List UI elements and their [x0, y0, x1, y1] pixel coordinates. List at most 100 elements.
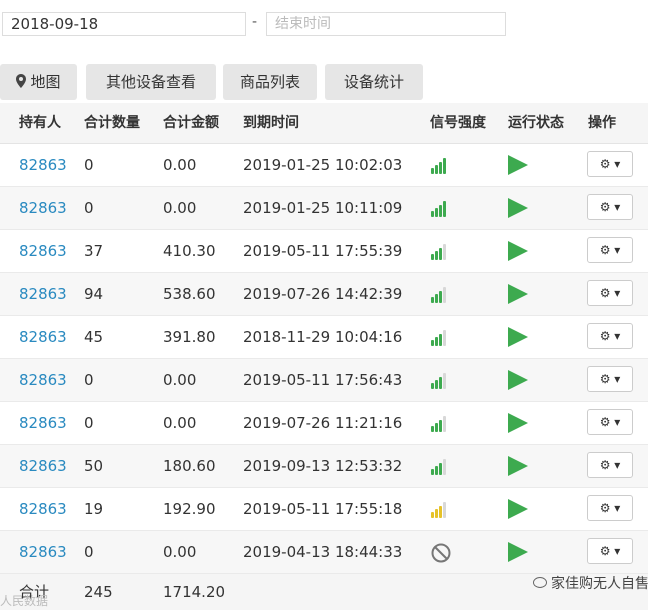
col-qty: 合计数量	[84, 115, 140, 131]
qty-cell: 45	[84, 328, 104, 346]
actions-dropdown-button[interactable]: ⚙ ▾	[587, 280, 633, 306]
qty-cell: 94	[84, 285, 104, 303]
amount-cell: 0.00	[163, 543, 197, 561]
qty-cell: 19	[84, 500, 104, 518]
col-holder: 持有人	[19, 115, 61, 131]
holder-link[interactable]: 82863	[19, 531, 67, 573]
qty-cell: 37	[84, 242, 104, 260]
table-header: 持有人 合计数量 合计金额 到期时间 信号强度 运行状态 操作	[0, 103, 648, 144]
gear-icon: ⚙	[599, 329, 611, 343]
actions-dropdown-button[interactable]: ⚙ ▾	[587, 151, 633, 177]
holder-link[interactable]: 82863	[19, 359, 67, 401]
expiry-cell: 2019-05-11 17:55:39	[243, 242, 403, 260]
play-icon[interactable]	[508, 284, 528, 304]
map-marker-icon	[16, 65, 27, 101]
play-icon[interactable]	[508, 499, 528, 519]
actions-dropdown-button[interactable]: ⚙ ▾	[587, 194, 633, 220]
table-row: 82863 50 180.60 2019-09-13 12:53:32 ⚙ ▾	[0, 445, 648, 488]
holder-link[interactable]: 82863	[19, 144, 67, 186]
expiry-cell: 2019-09-13 12:53:32	[243, 457, 403, 475]
expiry-cell: 2019-01-25 10:11:09	[243, 199, 403, 217]
qty-cell: 0	[84, 199, 94, 217]
tab-label: 其他设备查看	[105, 73, 196, 91]
caret-down-icon: ▾	[614, 243, 621, 257]
play-icon[interactable]	[508, 413, 528, 433]
table-row: 82863 19 192.90 2019-05-11 17:55:18 ⚙ ▾	[0, 488, 648, 531]
qty-cell: 0	[84, 414, 94, 432]
caret-down-icon: ▾	[614, 200, 621, 214]
actions-dropdown-button[interactable]: ⚙ ▾	[587, 409, 633, 435]
play-icon[interactable]	[508, 241, 528, 261]
play-icon[interactable]	[508, 542, 528, 562]
qty-cell: 50	[84, 457, 104, 475]
tab-product-list[interactable]: 商品列表	[223, 64, 317, 100]
play-icon[interactable]	[508, 456, 528, 476]
col-status: 运行状态	[508, 115, 564, 131]
actions-dropdown-button[interactable]: ⚙ ▾	[587, 452, 633, 478]
signal-strength-icon	[431, 242, 451, 260]
qty-cell: 0	[84, 156, 94, 174]
table-row: 82863 0 0.00 2019-01-25 10:02:03 ⚙ ▾	[0, 144, 648, 187]
tab-label: 地图	[30, 73, 61, 91]
date-separator: -	[252, 14, 258, 30]
gear-icon: ⚙	[599, 286, 611, 300]
holder-link[interactable]: 82863	[19, 316, 67, 358]
signal-strength-icon	[431, 156, 451, 174]
end-date-input[interactable]: 结束时间	[266, 12, 506, 36]
actions-dropdown-button[interactable]: ⚙ ▾	[587, 538, 633, 564]
col-expiry: 到期时间	[243, 115, 299, 131]
holder-link[interactable]: 82863	[19, 187, 67, 229]
actions-dropdown-button[interactable]: ⚙ ▾	[587, 366, 633, 392]
amount-cell: 0.00	[163, 414, 197, 432]
table-row: 82863 0 0.00 2019-01-25 10:11:09 ⚙ ▾	[0, 187, 648, 230]
caret-down-icon: ▾	[614, 329, 621, 343]
expiry-cell: 2019-07-26 11:21:16	[243, 414, 403, 432]
signal-strength-icon	[431, 500, 451, 518]
play-icon[interactable]	[508, 155, 528, 175]
table-body: 82863 0 0.00 2019-01-25 10:02:03 ⚙ ▾ 82863 0 0.…	[0, 144, 648, 574]
col-amount: 合计金额	[163, 115, 219, 131]
actions-dropdown-button[interactable]: ⚙ ▾	[587, 237, 633, 263]
gear-icon: ⚙	[599, 544, 611, 558]
expiry-cell: 2019-01-25 10:02:03	[243, 156, 403, 174]
holder-link[interactable]: 82863	[19, 402, 67, 444]
start-date-input[interactable]: 2018-09-18	[2, 12, 246, 36]
tab-device-stats[interactable]: 设备统计	[325, 64, 423, 100]
amount-cell: 180.60	[163, 457, 216, 475]
table-row: 82863 0 0.00 2019-05-11 17:56:43 ⚙ ▾	[0, 359, 648, 402]
holder-link[interactable]: 82863	[19, 488, 67, 530]
expiry-cell: 2019-05-11 17:55:18	[243, 500, 403, 518]
play-icon[interactable]	[508, 370, 528, 390]
table-row: 82863 45 391.80 2018-11-29 10:04:16 ⚙ ▾	[0, 316, 648, 359]
tab-map[interactable]: 地图	[0, 64, 77, 100]
play-icon[interactable]	[508, 198, 528, 218]
date-filter: 2018-09-18 - 结束时间	[0, 12, 657, 38]
qty-cell: 0	[84, 371, 94, 389]
tab-other-devices[interactable]: 其他设备查看	[86, 64, 216, 100]
gear-icon: ⚙	[599, 415, 611, 429]
expiry-cell: 2019-07-26 14:42:39	[243, 285, 403, 303]
col-signal: 信号强度	[430, 115, 486, 131]
amount-cell: 0.00	[163, 371, 197, 389]
no-signal-icon	[431, 543, 451, 567]
watermark-source-text: 人民数据	[0, 594, 49, 608]
footer-amount: 1714.20	[163, 583, 226, 601]
amount-cell: 192.90	[163, 500, 216, 518]
footer-qty: 245	[84, 583, 113, 601]
gear-icon: ⚙	[599, 157, 611, 171]
amount-cell: 0.00	[163, 199, 197, 217]
amount-cell: 0.00	[163, 156, 197, 174]
signal-strength-icon	[431, 328, 451, 346]
gear-icon: ⚙	[599, 501, 611, 515]
qty-cell: 0	[84, 543, 94, 561]
actions-dropdown-button[interactable]: ⚙ ▾	[587, 323, 633, 349]
play-icon[interactable]	[508, 327, 528, 347]
gear-icon: ⚙	[599, 200, 611, 214]
holder-link[interactable]: 82863	[19, 230, 67, 272]
actions-dropdown-button[interactable]: ⚙ ▾	[587, 495, 633, 521]
holder-link[interactable]: 82863	[19, 273, 67, 315]
watermark-source: 人民数据	[0, 592, 48, 609]
tab-label: 商品列表	[239, 73, 300, 91]
caret-down-icon: ▾	[614, 458, 621, 472]
holder-link[interactable]: 82863	[19, 445, 67, 487]
